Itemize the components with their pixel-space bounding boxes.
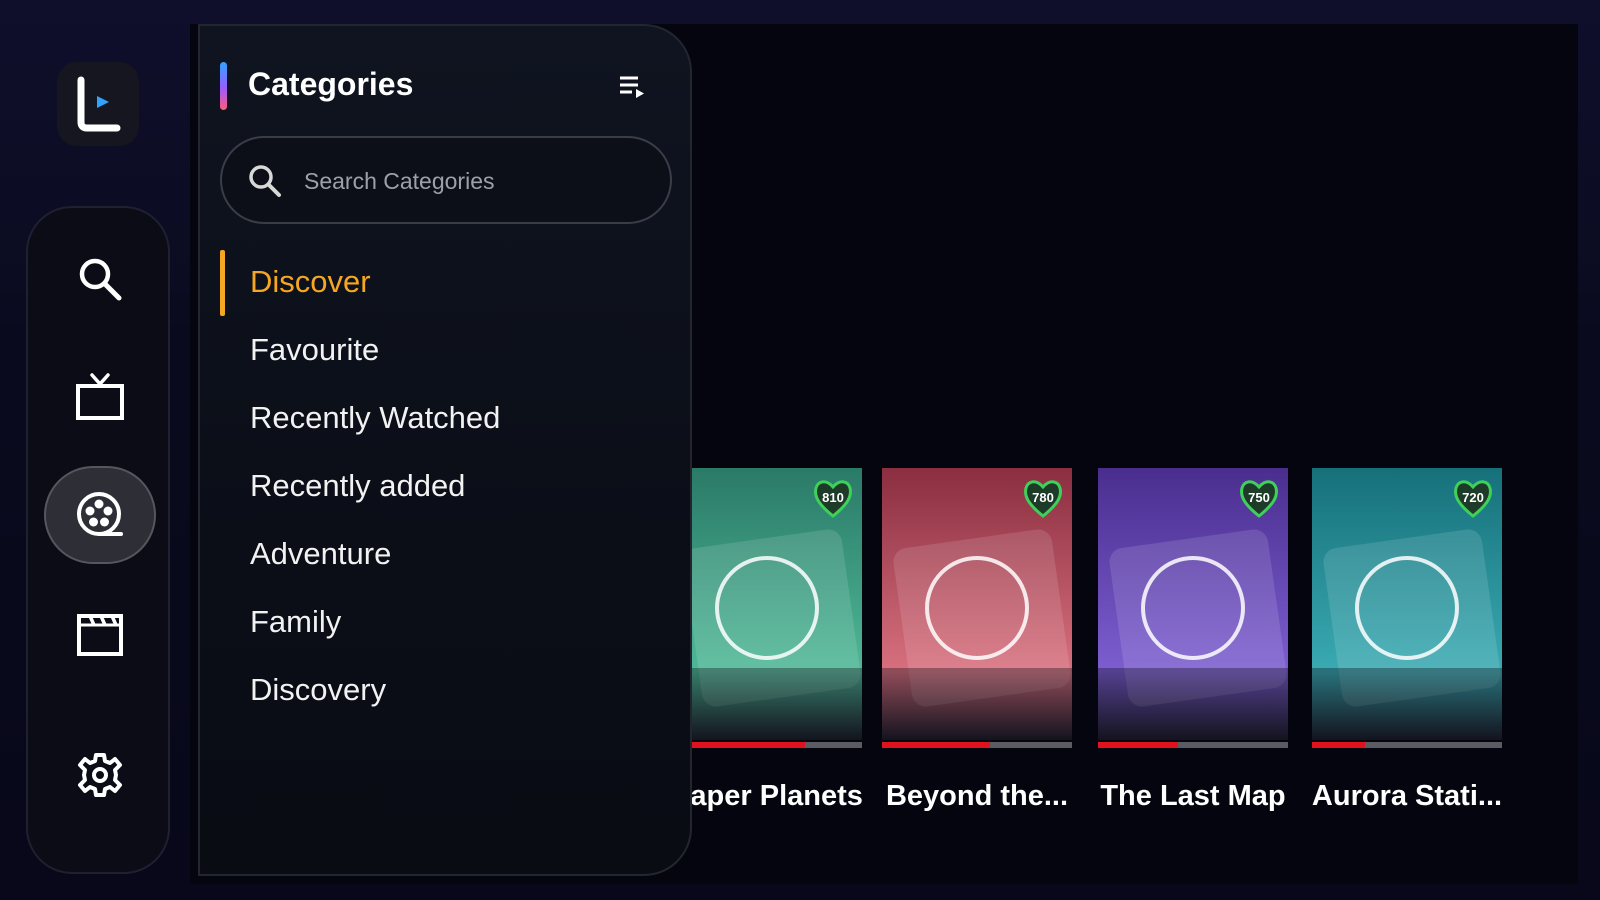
movie-card[interactable]: 810: [692, 468, 862, 748]
logo-icon: [77, 76, 121, 132]
nav-live-tv-button[interactable]: [44, 348, 156, 446]
category-list: Discover Favourite Recently Watched Recentl…: [220, 248, 670, 724]
gear-icon: [78, 753, 122, 797]
tv-icon: [76, 373, 124, 420]
rating-value: 750: [1248, 490, 1270, 505]
rating-value: 780: [1032, 490, 1054, 505]
panel-title: Categories: [248, 66, 414, 102]
category-item[interactable]: Family: [220, 588, 670, 656]
categories-panel: Categories DiscoverFavouriteRecently Wat…: [198, 24, 692, 876]
movie-card[interactable]: 750: [1098, 468, 1288, 748]
search-icon: [249, 165, 281, 197]
watch-progress-fill: [882, 742, 991, 748]
rating-value: 810: [822, 490, 844, 505]
watch-progress-bar: [692, 742, 862, 748]
movie-card[interactable]: 720: [1312, 468, 1502, 748]
watch-progress-bar: [1098, 742, 1288, 748]
rating-badge: 810: [812, 476, 854, 520]
nav-search-button[interactable]: [44, 230, 156, 328]
category-item[interactable]: Adventure: [220, 520, 670, 588]
movie-title: Aurora Stati...: [1311, 780, 1503, 812]
rating-badge: 720: [1452, 476, 1494, 520]
nav-series-button[interactable]: [44, 584, 156, 682]
movie-title: Paper Planets: [692, 780, 863, 812]
watch-progress-bar: [1312, 742, 1502, 748]
app-logo[interactable]: [57, 62, 139, 146]
clapperboard-icon: [77, 614, 123, 656]
nav-settings-button[interactable]: [44, 726, 156, 824]
category-item[interactable]: Recently Watched: [220, 384, 670, 452]
search-icon: [79, 258, 122, 301]
rating-badge: 750: [1238, 476, 1280, 520]
title-accent-bar: [220, 62, 227, 110]
watch-progress-fill: [1312, 742, 1366, 748]
rating-badge: 780: [1022, 476, 1064, 520]
category-item[interactable]: Discovery: [220, 656, 670, 724]
movie-row: 810 Paper Planets 780 Beyond the... 750 The L…: [692, 0, 1600, 900]
category-item[interactable]: Favourite: [220, 316, 670, 384]
category-item[interactable]: Discover: [220, 248, 670, 316]
category-item[interactable]: Recently added: [220, 452, 670, 520]
category-search-input[interactable]: [302, 158, 646, 204]
rating-value: 720: [1462, 490, 1484, 505]
nav-rail: [26, 206, 170, 874]
movie-title: Beyond the...: [885, 780, 1069, 812]
movie-card[interactable]: 780: [882, 468, 1072, 748]
playlist-menu-button[interactable]: [618, 74, 648, 100]
film-reel-icon: [77, 492, 123, 536]
watch-progress-fill: [1098, 742, 1178, 748]
category-search-box[interactable]: [220, 136, 672, 224]
playlist-icon: [620, 76, 644, 98]
nav-movies-button[interactable]: [44, 466, 156, 564]
watch-progress-fill: [692, 742, 805, 748]
movie-title: The Last Map: [1100, 780, 1286, 812]
watch-progress-bar: [882, 742, 1072, 748]
